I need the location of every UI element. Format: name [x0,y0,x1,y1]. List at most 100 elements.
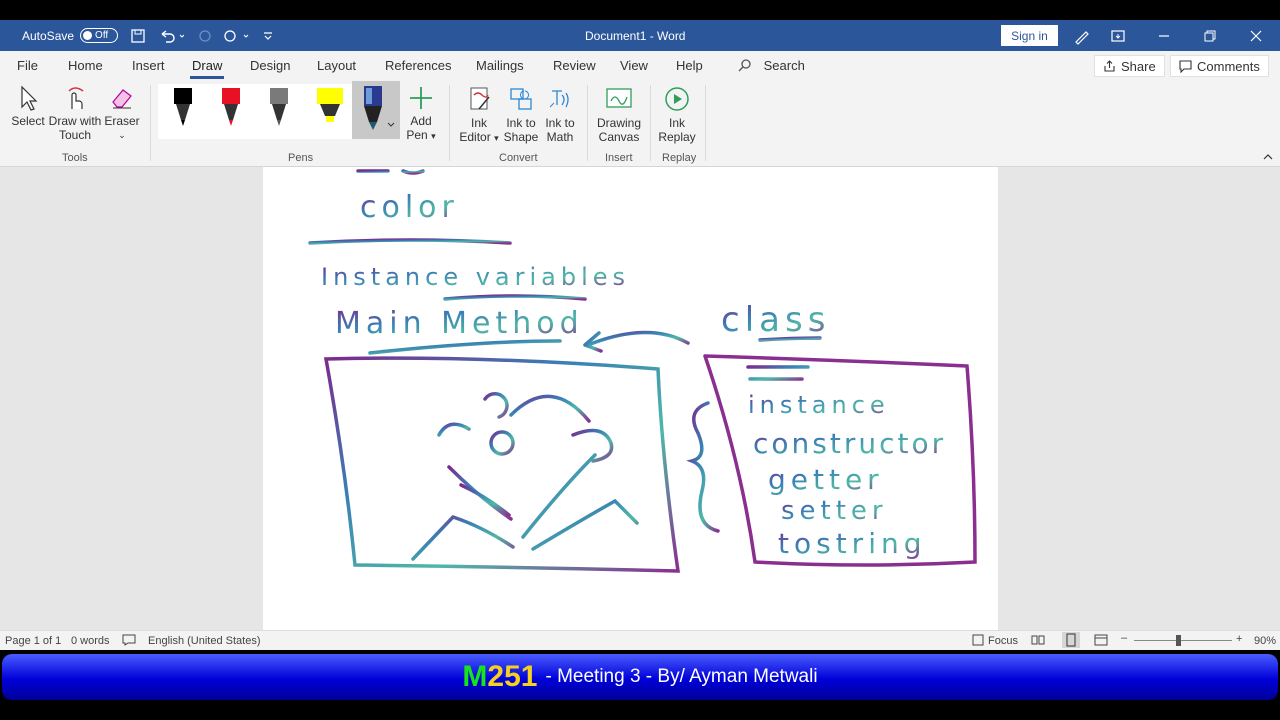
tab-help[interactable]: Help [676,58,703,73]
eraser-dropdown-icon[interactable]: ⌄ [104,128,140,142]
tab-mailings[interactable]: Mailings [476,58,524,73]
save-icon[interactable] [130,20,146,51]
ink-editor-label-2: Editor [459,130,491,144]
comments-button[interactable]: Comments [1170,55,1269,77]
title-bar: AutoSave Off Document1 - Word Sign in [0,20,1280,51]
pen-icon[interactable] [1073,20,1091,51]
eraser-button[interactable]: Eraser ⌄ [104,85,140,142]
ink-replay-button[interactable]: Ink Replay [657,85,697,144]
add-pen-button[interactable]: Add Pen ▾ [404,85,438,143]
tools-group-label: Tools [62,152,88,164]
draw-with-touch-button[interactable]: Draw with Touch [46,85,104,142]
ink-to-math-button[interactable]: Ink to Math [541,85,579,144]
search-icon [738,59,751,72]
highlighter-yellow[interactable] [316,86,344,131]
course-number: 251 [487,660,538,693]
document-page[interactable]: color Instance variables Main Method cla… [263,167,998,630]
ink-setter: setter [781,496,888,526]
zoom-level[interactable]: 90% [1254,635,1276,647]
pen-gallery [158,81,400,139]
add-pen-label-1: Add [410,114,432,128]
drawing-canvas-button[interactable]: Drawing Canvas [594,85,644,144]
web-layout-icon[interactable] [1094,634,1108,649]
ink-editor-label-1: Ink [470,116,487,130]
draw-touch-label-1: Draw with [48,114,102,128]
minimize-icon[interactable] [1158,20,1170,51]
tab-home[interactable]: Home [68,58,103,73]
tab-layout[interactable]: Layout [317,58,356,73]
replay-label-2: Replay [658,130,696,144]
ink-math-label-1: Ink to [545,116,575,130]
canvas-label-1: Drawing [596,116,641,130]
tab-design[interactable]: Design [250,58,290,73]
document-area[interactable]: color Instance variables Main Method cla… [0,167,1280,630]
pen-black[interactable] [172,86,194,131]
ink-constructor: constructor [753,427,946,460]
touch-mode-icon[interactable] [222,20,250,51]
autosave-state: Off [95,30,109,41]
zoom-slider[interactable] [1134,640,1232,641]
zoom-slider-thumb[interactable] [1176,635,1181,646]
redo-icon[interactable] [197,20,213,51]
tab-file[interactable]: File [17,58,38,73]
tab-draw[interactable]: Draw [189,58,225,79]
ink-main-method: Main Method [335,306,584,341]
autosave-toggle[interactable]: Off [80,28,119,43]
ink-getter: getter [768,463,884,496]
ribbon-draw: Select Draw with Touch Eraser ⌄ Tools Ad… [0,81,1280,167]
zoom-out-icon[interactable]: – [1121,632,1127,644]
tab-view[interactable]: View [620,58,648,73]
word-count[interactable]: 0 words [71,635,110,647]
pencil-gray[interactable] [268,86,290,131]
separator [650,85,651,161]
pen-galaxy-selected[interactable] [352,81,400,139]
tab-references[interactable]: References [385,58,451,73]
focus-label[interactable]: Focus [988,635,1018,647]
ribbon-display-icon[interactable] [1110,20,1126,51]
tab-insert[interactable]: Insert [132,58,165,73]
read-mode-icon[interactable] [1031,634,1045,649]
separator [705,85,706,161]
language[interactable]: English (United States) [148,635,261,647]
separator [150,85,151,161]
focus-icon[interactable] [972,634,984,649]
autosave[interactable]: AutoSave Off [22,20,119,51]
ink-drawing[interactable]: color Instance variables Main Method cla… [263,167,998,630]
share-button[interactable]: Share [1094,55,1165,77]
separator [587,85,588,161]
customize-qat-icon[interactable] [262,20,274,51]
undo-icon[interactable] [158,20,184,51]
ink-to-shape-button[interactable]: Ink to Shape [502,85,540,144]
separator [449,85,450,161]
close-icon[interactable] [1250,20,1262,51]
course-letter: M [462,660,488,693]
insert-group-label: Insert [605,152,633,164]
collapse-ribbon-icon[interactable] [1262,151,1274,165]
print-layout-icon[interactable] [1062,632,1080,648]
ink-editor-icon [470,87,490,110]
ink-editor-button[interactable]: Ink Editor ▾ [456,85,502,145]
pen-red[interactable] [220,86,242,131]
comment-icon [1179,59,1192,73]
plus-icon [410,87,432,109]
sign-in-button[interactable]: Sign in [1001,25,1058,46]
page-count[interactable]: Page 1 of 1 [5,635,61,647]
tab-review[interactable]: Review [553,58,596,73]
proofing-icon[interactable] [122,634,136,649]
zoom-in-icon[interactable]: + [1236,633,1242,645]
pens-group-label: Pens [288,152,314,164]
replay-group-label: Replay [662,152,697,164]
select-button[interactable]: Select [10,85,46,128]
ink-class-word: class [721,300,830,340]
document-title: Document1 - Word [585,28,686,43]
ink-to-math-icon [549,90,569,108]
draw-touch-label-2: Touch [58,128,92,142]
canvas-label-2: Canvas [598,130,640,144]
ink-tostring: tostring [778,527,927,560]
hand-icon [68,87,84,109]
add-pen-label-2: Pen [406,128,428,142]
search-box[interactable]: Search [738,58,805,73]
restore-icon[interactable] [1204,20,1216,51]
ink-color-word: color [360,190,459,225]
ink-shape-label-1: Ink to [506,116,536,130]
